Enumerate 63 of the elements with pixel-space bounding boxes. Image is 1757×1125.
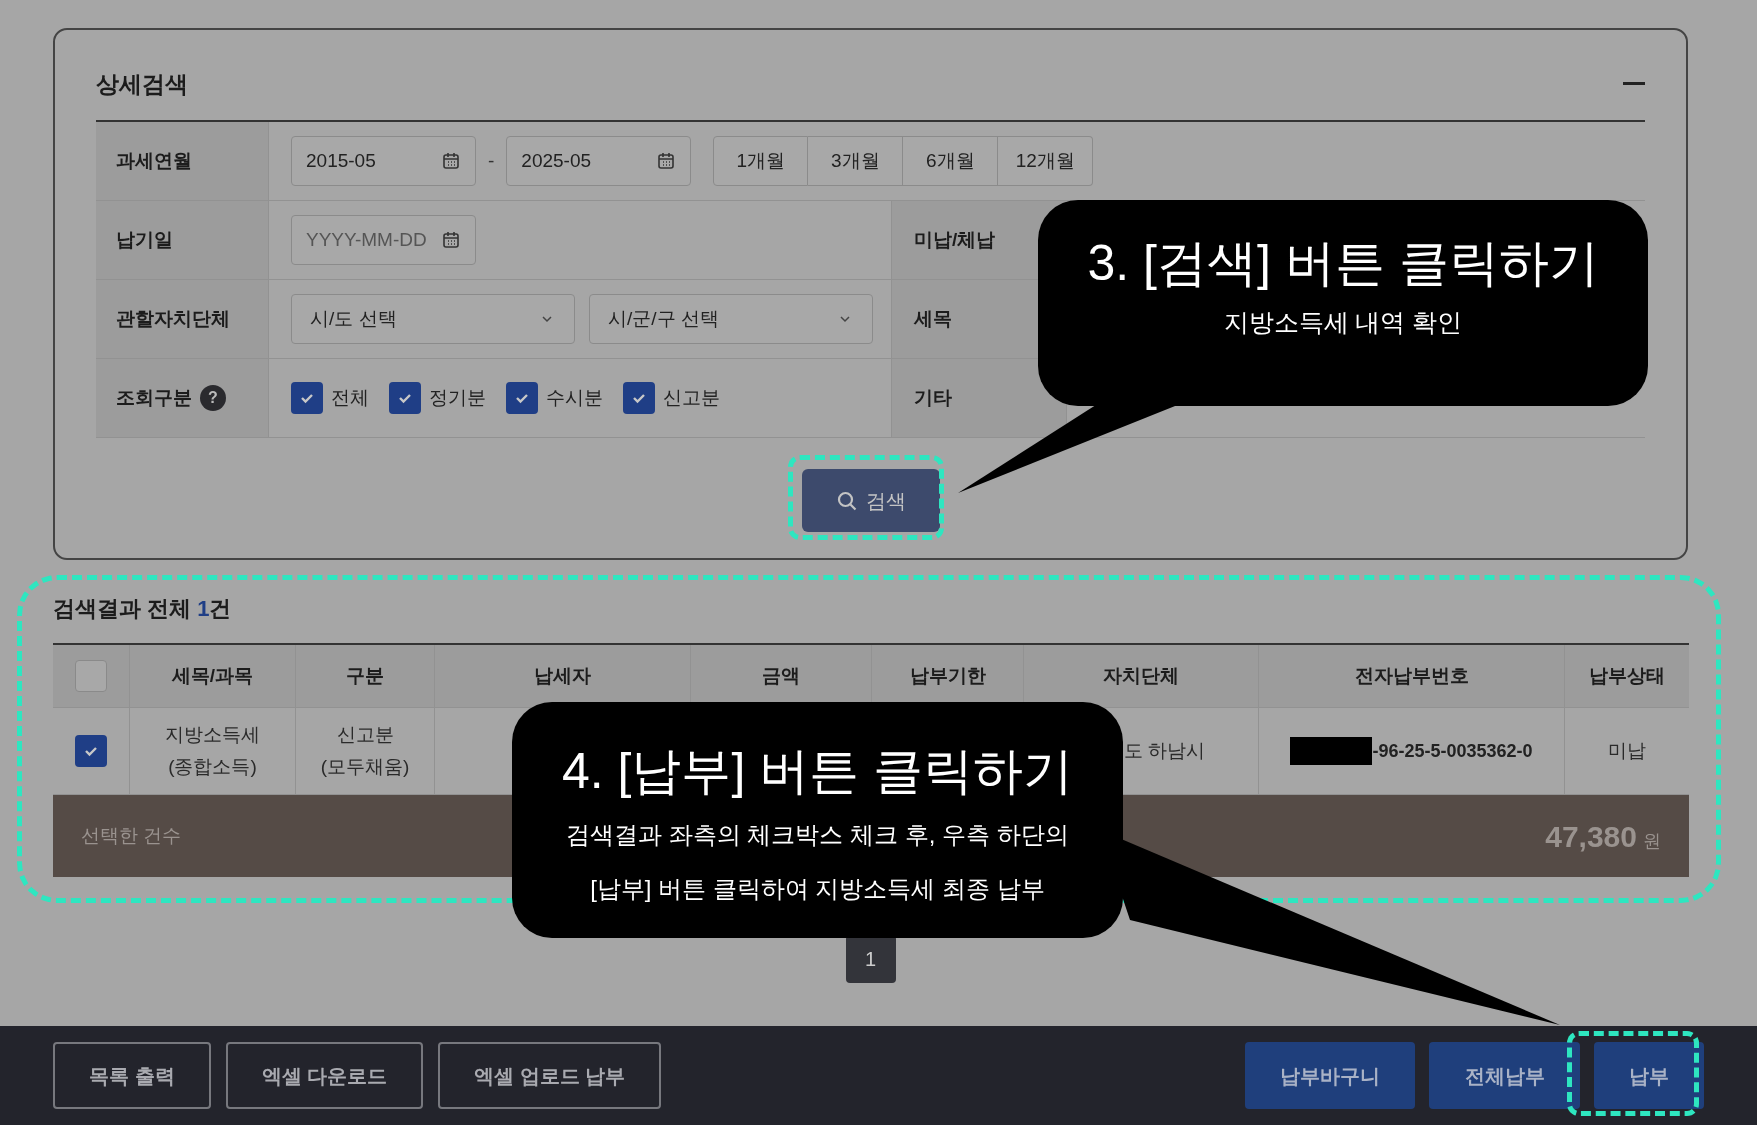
- field-label: 기타: [891, 359, 1066, 437]
- search-button[interactable]: 검색: [801, 469, 940, 532]
- calendar-icon: [441, 230, 461, 250]
- calendar-icon: [441, 151, 461, 171]
- calendar-icon: [656, 151, 677, 171]
- summary-amount: 47,380: [1545, 818, 1637, 855]
- search-icon: [835, 489, 858, 512]
- table-cell-text: 지방소득세: [165, 723, 260, 747]
- checkbox-label: 정기분: [429, 385, 486, 410]
- table-cell-text: 신고분: [336, 723, 394, 747]
- period-button[interactable]: 6개월: [903, 136, 999, 186]
- currency-unit: 원: [1643, 829, 1661, 853]
- column-header: 자치단체: [1103, 663, 1179, 688]
- field-label: 납기일: [96, 201, 268, 279]
- checkbox[interactable]: [623, 382, 655, 414]
- callout-text: 지방소득세 내역 확인: [1223, 307, 1463, 338]
- payment-button[interactable]: 전체납부: [1429, 1042, 1580, 1109]
- table-cell-text: (종합소득): [168, 755, 257, 779]
- callout-text: 검색결과 좌측의 체크박스 체크 후, 우측 하단의: [566, 820, 1069, 850]
- action-button[interactable]: 엑셀 다운로드: [225, 1042, 424, 1109]
- column-header: 납부기한: [909, 663, 986, 688]
- help-icon[interactable]: ?: [200, 385, 226, 411]
- select-field[interactable]: 시/군/구 선택: [589, 294, 873, 344]
- action-button[interactable]: 엑셀 업로드 납부: [438, 1042, 662, 1109]
- panel-title: 상세검색: [96, 69, 188, 99]
- table-cell-text: (모두채움): [320, 755, 410, 779]
- table-cell-text: -96-25-5-0035362-0: [1372, 739, 1533, 763]
- callout-title: 4. [납부] 버튼 클릭하기: [561, 742, 1074, 801]
- payment-button[interactable]: 납부바구니: [1245, 1042, 1415, 1109]
- column-header: 금액: [762, 663, 800, 688]
- checkbox[interactable]: [506, 382, 538, 414]
- range-separator: -: [488, 148, 495, 173]
- column-header: 납부상태: [1589, 663, 1665, 688]
- checkbox[interactable]: [291, 382, 323, 414]
- summary-label: 선택한 건수: [81, 823, 182, 848]
- checkbox[interactable]: [75, 735, 107, 767]
- field-label: 조회구분: [116, 385, 192, 410]
- column-header: 구분: [346, 663, 384, 688]
- field-label: 과세연월: [96, 122, 268, 200]
- results-title: 검색결과 전체 1건: [53, 594, 232, 623]
- column-header: 납세자: [534, 663, 591, 688]
- checkbox-label: 신고분: [663, 385, 720, 410]
- checkbox[interactable]: [75, 660, 107, 692]
- page-button[interactable]: 1: [845, 935, 896, 983]
- table-cell-text: 도 하남시: [1124, 738, 1206, 763]
- date-field[interactable]: 2025-05: [506, 136, 692, 186]
- column-header: 전자납부번호: [1354, 663, 1469, 688]
- table-cell-text: 미납: [1608, 738, 1646, 763]
- select-field[interactable]: 시/도 선택: [291, 294, 575, 344]
- callout-title: 3. [검색] 버튼 클릭하기: [1087, 234, 1599, 293]
- date-field[interactable]: 2015-05: [291, 136, 476, 186]
- field-label: 관할자치단체: [96, 280, 268, 358]
- period-button[interactable]: 12개월: [998, 136, 1094, 186]
- payment-button[interactable]: 납부: [1594, 1042, 1704, 1109]
- checkbox-label: 수시분: [546, 385, 603, 410]
- column-header: 세목/과목: [171, 663, 254, 688]
- callout-text: [납부] 버튼 클릭하여 지방소득세 최종 납부: [590, 874, 1045, 904]
- period-button[interactable]: 1개월: [713, 136, 809, 186]
- checkbox-label: 전체: [331, 385, 369, 410]
- collapse-icon[interactable]: [1623, 82, 1645, 86]
- period-button[interactable]: 3개월: [808, 136, 904, 186]
- action-button[interactable]: 목록 출력: [53, 1042, 211, 1109]
- checkbox[interactable]: [389, 382, 421, 414]
